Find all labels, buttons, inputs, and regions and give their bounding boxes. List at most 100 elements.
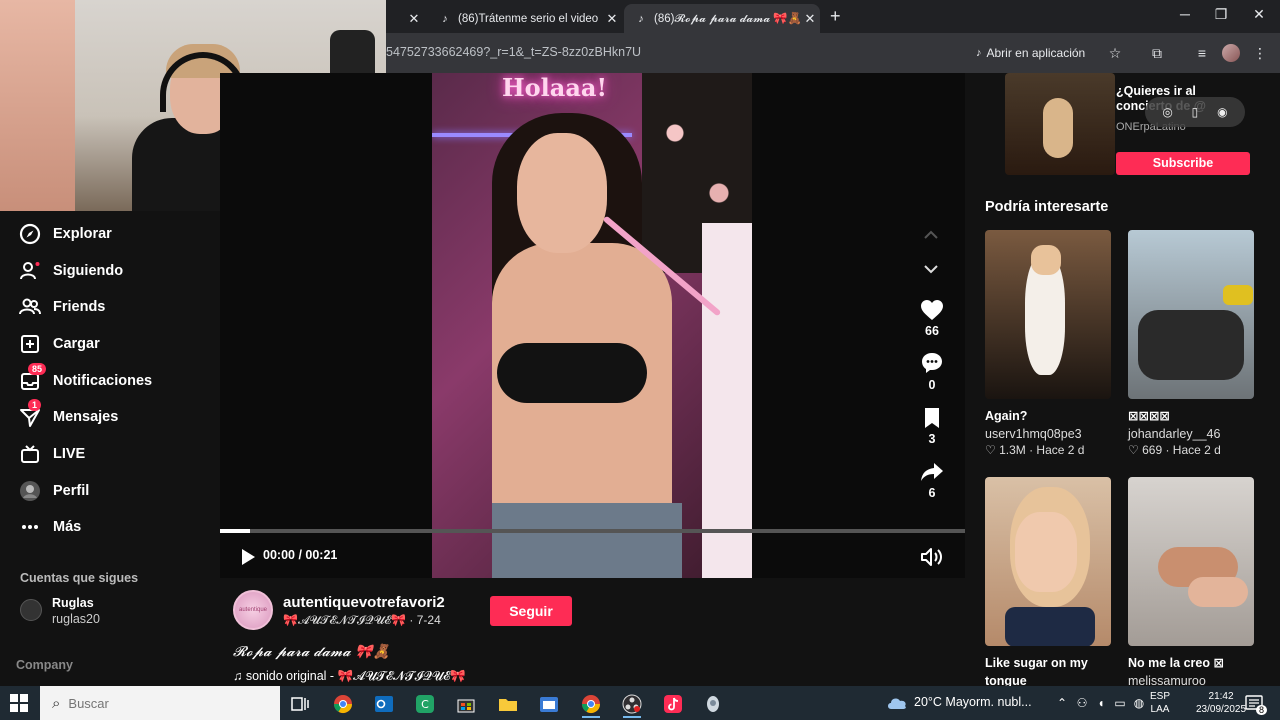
- browser-tab[interactable]: ✕: [386, 4, 426, 33]
- network-icon[interactable]: ◍: [1131, 695, 1147, 711]
- recommended-video[interactable]: Again? userv1hmq08pe3 ♡ 1.3M · Hace 2 d: [985, 230, 1111, 457]
- recommendations-title: Podría interesarte: [985, 199, 1109, 215]
- followed-account-handle[interactable]: ruglas20: [52, 612, 100, 626]
- maximize-icon[interactable]: ❐: [1206, 6, 1236, 23]
- author-name[interactable]: autentiquevotrefavori2: [283, 594, 445, 611]
- video-title: No me la creo ⊠: [1128, 656, 1224, 670]
- video-description: 𝓡𝓸𝓹𝓪 𝓹𝓪𝓻𝓪 𝓭𝓪𝓶𝓪 🎀🧸: [233, 644, 391, 660]
- browser-tab-bar: ✕ ♪ (86)Trátenme serio el video pue ✕ ♪ …: [386, 0, 1280, 33]
- media-controls-icon[interactable]: ≡: [1192, 43, 1212, 63]
- sidebar-item-mas[interactable]: Más: [18, 514, 81, 540]
- video-thumbnail[interactable]: [1128, 477, 1254, 646]
- video-progress-bar[interactable]: [220, 529, 965, 533]
- close-tab-icon[interactable]: ✕: [404, 11, 424, 27]
- video-frame[interactable]: Holaaa!: [432, 73, 752, 578]
- browser-tab[interactable]: ♪ (86)Trátenme serio el video pue ✕: [428, 4, 622, 33]
- app-icon[interactable]: [698, 690, 728, 718]
- video-meta: ♡ 669 · Hace 2 d: [1128, 443, 1221, 457]
- chevron-up-icon[interactable]: ⌃: [1054, 695, 1070, 711]
- previous-video-button[interactable]: [918, 225, 944, 245]
- sidebar-item-friends[interactable]: Friends: [18, 294, 105, 320]
- file-explorer-icon[interactable]: [493, 690, 523, 718]
- video-thumbnail[interactable]: [1128, 230, 1254, 399]
- video-player[interactable]: Holaaa! 66 0 3 6 00:00 / 00:21: [220, 73, 965, 578]
- recommended-video[interactable]: ⊠⊠⊠⊠ johandarley__46 ♡ 669 · Hace 2 d: [1128, 230, 1254, 457]
- battery-icon[interactable]: ▭: [1112, 695, 1128, 711]
- language-indicator[interactable]: ESP LAA: [1150, 690, 1170, 716]
- app-icon[interactable]: C: [410, 690, 440, 718]
- close-tab-icon[interactable]: ✕: [602, 11, 622, 27]
- weather-text: 20°C Mayorm. nubl...: [914, 695, 1032, 709]
- video-thumbnail[interactable]: [985, 477, 1111, 646]
- search-input[interactable]: [68, 695, 249, 711]
- taskbar-search[interactable]: ⌕: [40, 686, 280, 720]
- task-view-icon[interactable]: [285, 690, 315, 718]
- chrome-icon[interactable]: [328, 690, 358, 718]
- cast-icon[interactable]: ◉: [1217, 105, 1227, 119]
- star-icon[interactable]: ☆: [1105, 43, 1125, 63]
- comment-button[interactable]: 0: [912, 351, 952, 392]
- followed-account-name[interactable]: Ruglas: [52, 596, 94, 610]
- browser-profile-avatar[interactable]: [1222, 44, 1240, 62]
- weather-widget[interactable]: 20°C Mayorm. nubl...: [886, 694, 1032, 710]
- sidebar-item-mensajes[interactable]: 1 Mensajes: [18, 399, 118, 430]
- people-icon[interactable]: ⚇: [1074, 695, 1090, 711]
- volume-icon[interactable]: ◖: [1093, 695, 1109, 711]
- video-progress-fill: [220, 529, 250, 533]
- close-tab-icon[interactable]: ✕: [800, 11, 820, 27]
- footer-link-company[interactable]: Company: [16, 658, 73, 672]
- chrome-icon[interactable]: [576, 690, 606, 718]
- extensions-icon[interactable]: ⧉: [1147, 43, 1167, 63]
- phone-icon[interactable]: ▯: [1192, 105, 1199, 119]
- ad-thumbnail[interactable]: [1005, 73, 1115, 175]
- play-button[interactable]: [238, 547, 258, 567]
- video-author[interactable]: johandarley__46: [1128, 427, 1254, 441]
- tiktok-icon[interactable]: [658, 690, 688, 718]
- ad-overlay-controls[interactable]: ◎ ▯ ◉: [1145, 97, 1245, 127]
- sidebar: Explorar Siguiendo Friends Cargar 85 Not…: [0, 211, 220, 686]
- sidebar-item-live[interactable]: LIVE: [18, 441, 85, 467]
- save-button[interactable]: 3: [912, 407, 952, 446]
- calendar-icon[interactable]: [534, 690, 564, 718]
- next-video-button[interactable]: [918, 259, 944, 279]
- close-window-icon[interactable]: ✕: [1244, 6, 1274, 23]
- sidebar-item-explorar[interactable]: Explorar: [18, 221, 112, 247]
- browser-tab-active[interactable]: ♪ (86)𝓡𝓸𝓹𝓪 𝓹𝓪𝓻𝓪 𝓭𝓪𝓶𝓪 🎀🧸 ✕: [624, 4, 820, 33]
- play-icon: [242, 549, 255, 565]
- menu-icon[interactable]: ⋮: [1250, 43, 1270, 63]
- sidebar-item-label: Notificaciones: [53, 373, 153, 389]
- obs-icon[interactable]: [617, 690, 647, 718]
- sidebar-item-label: Cargar: [53, 336, 100, 352]
- clock[interactable]: 21:42 23/09/2025: [1196, 690, 1246, 716]
- recommended-video[interactable]: No me la creo ⊠ melissamuroo: [1128, 477, 1254, 688]
- sidebar-item-notificaciones[interactable]: 85 Notificaciones: [18, 363, 153, 394]
- subscribe-button[interactable]: Subscribe: [1116, 152, 1250, 175]
- sidebar-item-cargar[interactable]: Cargar: [18, 331, 100, 357]
- sidebar-item-siguiendo[interactable]: Siguiendo: [18, 258, 123, 284]
- avatar[interactable]: [20, 599, 42, 621]
- video-title: Like sugar on my tongue: [985, 656, 1088, 688]
- outlook-icon[interactable]: [369, 690, 399, 718]
- comment-count: 0: [928, 378, 936, 392]
- sound-link[interactable]: ♫ sonido original - 🎀𝓐𝓤𝓣𝓔𝓝𝓣𝓘𝓠𝓤𝓔🎀: [233, 669, 466, 684]
- url-text[interactable]: 54752733662469?_r=1&_t=ZS-8zz0zBHkn7U: [386, 45, 641, 59]
- recommended-video[interactable]: Like sugar on my tongue: [985, 477, 1111, 690]
- video-thumbnail[interactable]: [985, 230, 1111, 399]
- follow-button[interactable]: Seguir: [490, 596, 572, 626]
- sidebar-item-label: Más: [53, 519, 82, 535]
- volume-button[interactable]: [920, 546, 944, 568]
- sidebar-item-perfil[interactable]: Perfil: [18, 478, 89, 504]
- windows-start-icon[interactable]: [10, 694, 28, 712]
- volume-icon: [921, 548, 942, 566]
- video-author[interactable]: userv1hmq08pe3: [985, 427, 1111, 441]
- notification-center-icon[interactable]: 8: [1245, 694, 1267, 715]
- notification-count: 8: [1255, 705, 1267, 715]
- author-avatar[interactable]: autentique: [233, 590, 273, 630]
- store-icon[interactable]: [451, 690, 481, 718]
- open-in-app-button[interactable]: ♪ Abrir en aplicación: [976, 42, 1085, 64]
- pip-icon[interactable]: ◎: [1162, 105, 1172, 119]
- share-button[interactable]: 6: [912, 461, 952, 500]
- like-button[interactable]: 66: [912, 299, 952, 338]
- minimize-icon[interactable]: ─: [1170, 6, 1200, 22]
- new-tab-button[interactable]: +: [830, 6, 841, 27]
